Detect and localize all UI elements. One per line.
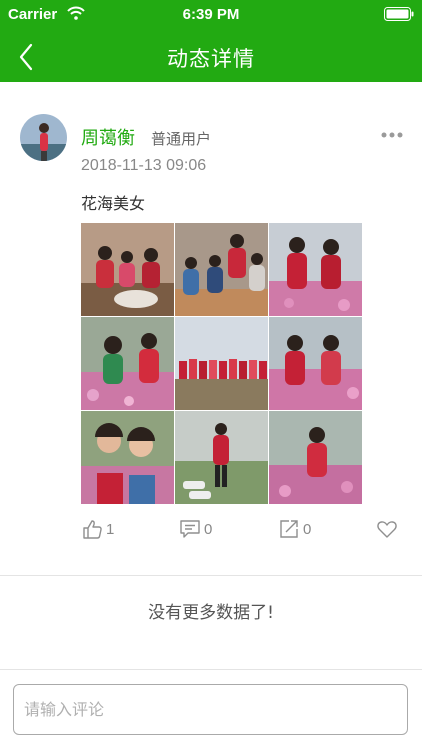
heart-icon[interactable] bbox=[376, 518, 398, 540]
post-photo[interactable] bbox=[81, 223, 174, 316]
comment-button[interactable]: 0 bbox=[179, 518, 212, 540]
like-icon bbox=[83, 520, 102, 539]
share-button[interactable]: 0 bbox=[278, 518, 311, 540]
comment-icon bbox=[180, 520, 200, 538]
comment-count: 0 bbox=[204, 520, 213, 538]
author-role: 普通用户 bbox=[151, 130, 212, 148]
post-timestamp: 2018-11-13 09:06 bbox=[81, 157, 207, 174]
battery-icon bbox=[384, 7, 414, 21]
post-photo[interactable] bbox=[175, 223, 268, 316]
section-divider bbox=[0, 575, 422, 576]
post-photo[interactable] bbox=[81, 317, 174, 410]
nav-header: Carrier 6:39 PM 动态详情 bbox=[0, 0, 422, 82]
like-button[interactable]: 1 bbox=[81, 518, 114, 540]
post-content: 花海美女 bbox=[81, 194, 146, 213]
post-photo[interactable] bbox=[175, 411, 268, 504]
photo-grid bbox=[81, 223, 362, 504]
post-photo[interactable] bbox=[81, 411, 174, 504]
post-photo[interactable] bbox=[269, 411, 362, 504]
post-photo[interactable] bbox=[175, 317, 268, 410]
like-count: 1 bbox=[106, 520, 115, 538]
comment-input-bar bbox=[0, 670, 422, 750]
more-icon[interactable] bbox=[380, 126, 404, 144]
share-icon bbox=[280, 520, 298, 538]
post-photo[interactable] bbox=[269, 317, 362, 410]
share-count: 0 bbox=[303, 520, 312, 538]
no-more-data-text: 没有更多数据了! bbox=[148, 603, 274, 623]
author-name[interactable]: 周蔼衡 bbox=[81, 124, 135, 150]
post-photo[interactable] bbox=[269, 223, 362, 316]
page-title: 动态详情 bbox=[167, 47, 255, 71]
status-bar: Carrier 6:39 PM bbox=[0, 0, 422, 28]
author-avatar[interactable] bbox=[20, 114, 67, 161]
comment-input[interactable] bbox=[13, 684, 408, 735]
clock: 6:39 PM bbox=[182, 6, 240, 23]
